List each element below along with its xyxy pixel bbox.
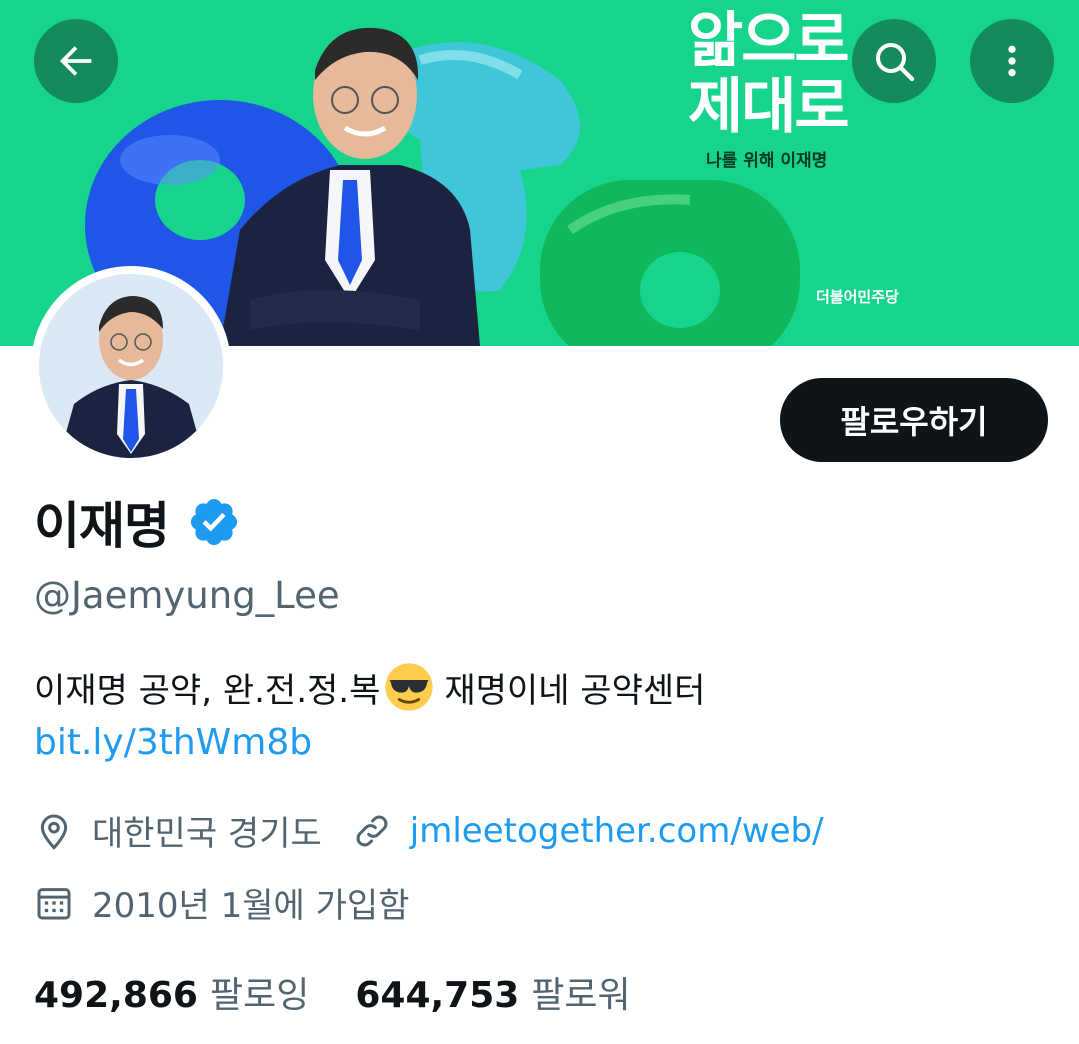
- banner-party-logo: 더불어민주당: [816, 288, 899, 306]
- bio-text-1: 이재명 공약, 완.전.정.복: [34, 670, 381, 711]
- following-count: 492,866: [34, 975, 198, 1016]
- follow-button[interactable]: 팔로우하기: [780, 378, 1048, 462]
- calendar-icon: [37, 887, 71, 919]
- profile-location: 대한민국 경기도: [92, 814, 322, 854]
- more-options-button[interactable]: [970, 19, 1054, 103]
- search-button[interactable]: [852, 19, 936, 103]
- profile-name: 이재명: [34, 497, 170, 555]
- profile-meta-joined: 2010년 1월에 가입함: [34, 878, 409, 927]
- bio-link[interactable]: bit.ly/3thWm8b: [34, 722, 312, 763]
- profile-joined-date: 2010년 1월에 가입함: [92, 886, 410, 926]
- profile-handle: @Jaemyung_Lee: [34, 574, 340, 617]
- followers-label: 팔로워: [531, 975, 631, 1016]
- arrow-left-icon: [59, 46, 92, 76]
- profile-bio: 이재명 공약, 완.전.정.복 재명이네 공약센터: [34, 662, 705, 712]
- search-icon: [876, 43, 915, 82]
- bio-text-2: 재명이네 공약센터: [444, 670, 706, 711]
- profile-meta-location-website: 대한민국 경기도 jmleetogether.com/web/: [34, 806, 824, 855]
- profile-website-link[interactable]: jmleetogether.com/web/: [410, 811, 824, 851]
- followers-stat[interactable]: 644,753 팔로워: [355, 966, 630, 1018]
- profile-avatar[interactable]: [31, 266, 231, 466]
- link-icon: [356, 815, 388, 846]
- following-label: 팔로잉: [209, 975, 310, 1016]
- profile-name-row: 이재명: [34, 486, 241, 558]
- profile-stats: 492,866 팔로잉 644,753 팔로워: [34, 966, 631, 1018]
- avatar-photo: [39, 274, 223, 458]
- sunglasses-emoji-icon: [385, 663, 433, 711]
- followers-count: 644,753: [355, 975, 520, 1016]
- following-stat[interactable]: 492,866 팔로잉: [34, 966, 309, 1018]
- back-button[interactable]: [34, 19, 118, 103]
- more-vertical-icon: [1008, 45, 1016, 77]
- verified-badge-icon[interactable]: [187, 495, 241, 549]
- banner-subtitle: 나를 위해 이재명: [706, 151, 828, 171]
- location-pin-icon: [40, 814, 68, 850]
